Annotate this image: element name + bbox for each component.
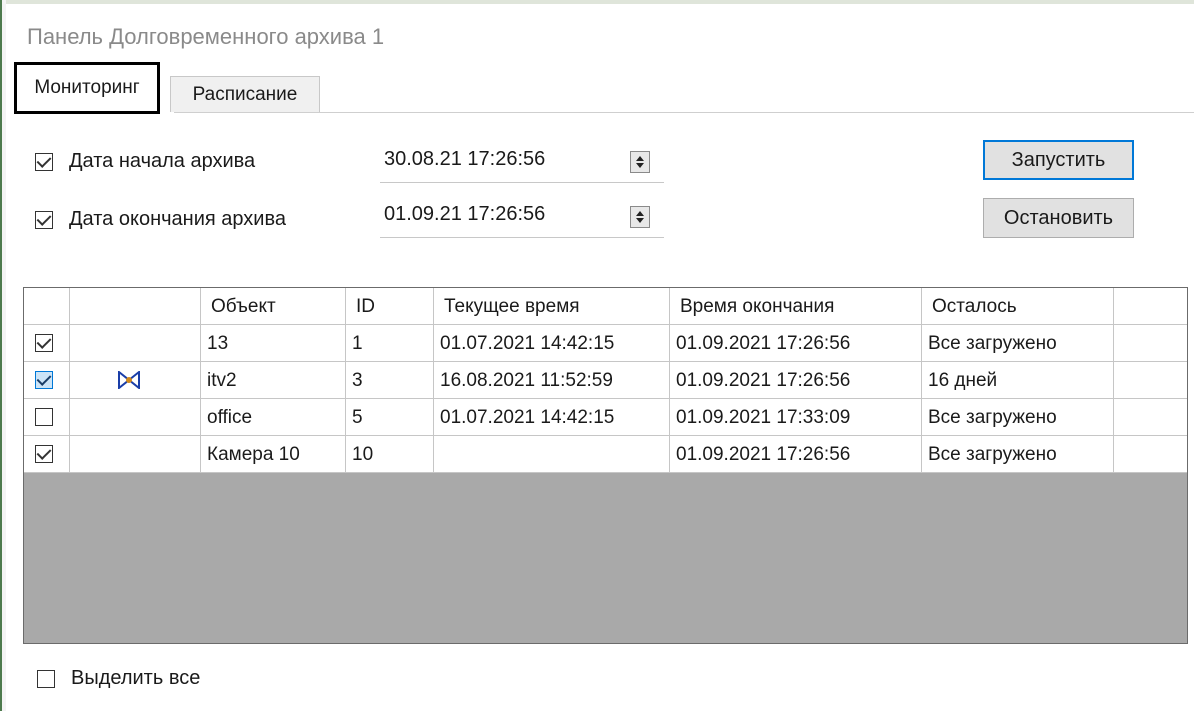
- row-id: 5: [346, 399, 434, 436]
- row-current-time: 01.07.2021 14:42:15: [434, 325, 670, 362]
- table-header-row: Объект ID Текущее время Время окончания …: [24, 288, 1187, 325]
- row-object: itv2: [201, 362, 346, 399]
- row-icon-cell: [70, 436, 201, 473]
- start-button[interactable]: Запустить: [983, 140, 1134, 180]
- archive-start-label: Дата начала архива: [69, 150, 256, 172]
- row-icon-cell: [70, 362, 201, 399]
- archive-end-checkbox[interactable]: [35, 210, 53, 229]
- row-end-time: 01.09.2021 17:26:56: [670, 325, 922, 362]
- row-object: office: [201, 399, 346, 436]
- archive-end-datetime[interactable]: 01.09.21 17:26:56: [380, 198, 664, 238]
- header-object[interactable]: Объект: [201, 288, 346, 325]
- row-remaining: Все загружено: [922, 325, 1114, 362]
- row-checkbox[interactable]: [35, 445, 53, 463]
- row-remaining: Все загружено: [922, 436, 1114, 473]
- panel-title: Панель Долговременного архива 1: [27, 24, 385, 49]
- header-icon-column[interactable]: [70, 288, 201, 325]
- archive-start-spinner[interactable]: [630, 151, 650, 173]
- tab-schedule[interactable]: Расписание: [170, 76, 320, 112]
- row-icon-cell: [70, 399, 201, 436]
- select-all-row: Выделить все: [37, 667, 200, 690]
- archive-start-row: Дата начала архива: [35, 150, 255, 173]
- select-all-checkbox[interactable]: [37, 669, 55, 688]
- archive-end-value: 01.09.21 17:26:56: [384, 203, 546, 225]
- archive-end-spinner[interactable]: [630, 206, 650, 228]
- row-remaining: 16 дней: [922, 362, 1114, 399]
- row-id: 1: [346, 325, 434, 362]
- row-object: Камера 10: [201, 436, 346, 473]
- bowtie-icon: [118, 371, 140, 389]
- row-current-time: 16.08.2021 11:52:59: [434, 362, 670, 399]
- select-all-label: Выделить все: [71, 667, 201, 689]
- row-checkbox[interactable]: [35, 371, 53, 389]
- row-checkbox[interactable]: [35, 334, 53, 352]
- header-end-time[interactable]: Время окончания: [670, 288, 922, 325]
- table-row[interactable]: office 5 01.07.2021 14:42:15 01.09.2021 …: [24, 399, 1187, 436]
- archive-start-value: 30.08.21 17:26:56: [384, 148, 546, 170]
- header-id[interactable]: ID: [346, 288, 434, 325]
- window-top-edge: [0, 0, 1194, 4]
- row-current-time: [434, 436, 670, 473]
- tab-baseline: [174, 112, 1194, 113]
- window-left-edge: [0, 0, 6, 711]
- row-icon-cell: [70, 325, 201, 362]
- tab-monitoring[interactable]: Мониторинг: [14, 62, 160, 114]
- stop-button[interactable]: Остановить: [983, 198, 1134, 238]
- row-current-time: 01.07.2021 14:42:15: [434, 399, 670, 436]
- row-end-time: 01.09.2021 17:33:09: [670, 399, 922, 436]
- header-check-column[interactable]: [24, 288, 70, 325]
- row-id: 3: [346, 362, 434, 399]
- row-checkbox[interactable]: [35, 408, 53, 426]
- header-current-time[interactable]: Текущее время: [434, 288, 670, 325]
- row-end-time: 01.09.2021 17:26:56: [670, 436, 922, 473]
- archive-start-datetime[interactable]: 30.08.21 17:26:56: [380, 143, 664, 183]
- archive-end-row: Дата окончания архива: [35, 208, 286, 231]
- header-remaining[interactable]: Осталось: [922, 288, 1114, 325]
- table-row[interactable]: itv2 3 16.08.2021 11:52:59 01.09.2021 17…: [24, 362, 1187, 399]
- row-end-time: 01.09.2021 17:26:56: [670, 362, 922, 399]
- header-filler: [1114, 288, 1187, 325]
- archive-table[interactable]: Объект ID Текущее время Время окончания …: [23, 287, 1188, 644]
- row-object: 13: [201, 325, 346, 362]
- archive-start-checkbox[interactable]: [35, 152, 53, 171]
- tab-strip: Мониторинг Расписание: [14, 62, 1194, 114]
- archive-end-label: Дата окончания архива: [69, 208, 286, 230]
- row-id: 10: [346, 436, 434, 473]
- row-remaining: Все загружено: [922, 399, 1114, 436]
- table-row[interactable]: Камера 10 10 01.09.2021 17:26:56 Все заг…: [24, 436, 1187, 473]
- table-row[interactable]: 13 1 01.07.2021 14:42:15 01.09.2021 17:2…: [24, 325, 1187, 362]
